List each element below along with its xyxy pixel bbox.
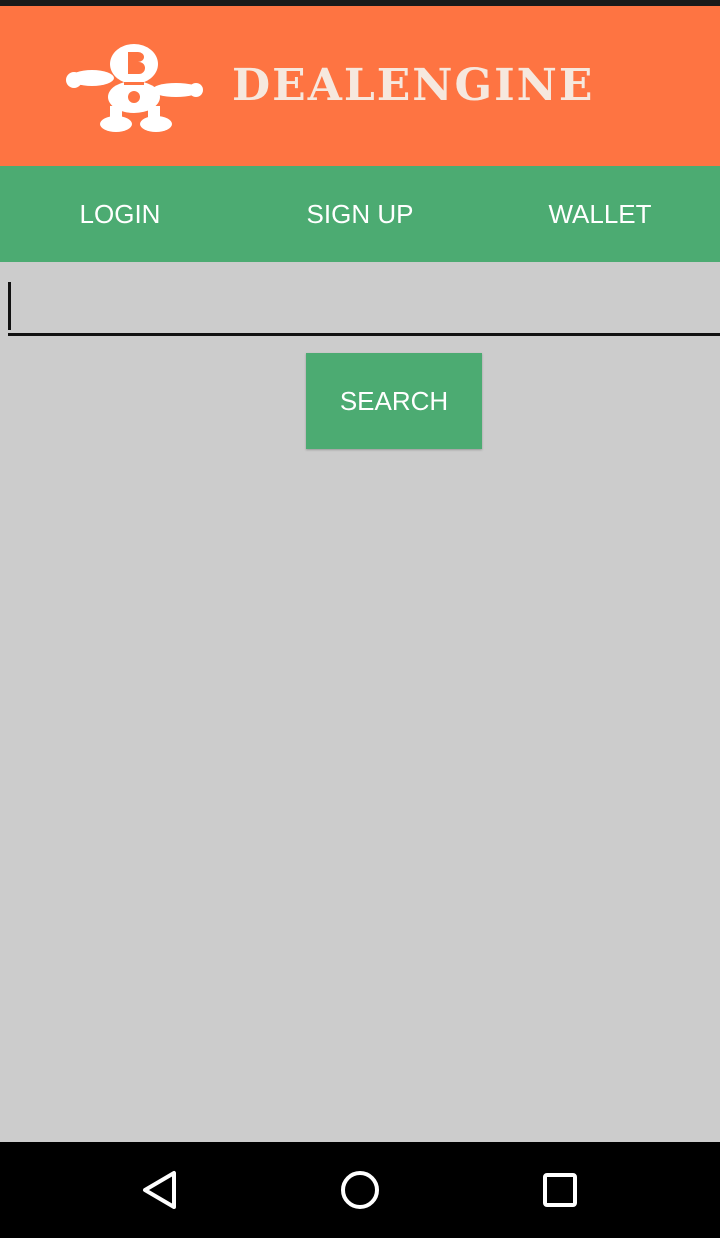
logo-wordmark: DEALENGINE <box>232 60 595 111</box>
nav-wallet-button[interactable]: WALLET <box>480 166 720 262</box>
top-nav: LOGIN SIGN UP WALLET <box>0 166 720 262</box>
system-navigation-bar <box>0 1142 720 1238</box>
recents-square-icon <box>543 1173 577 1207</box>
app-banner: DEALENGINE <box>0 6 720 166</box>
home-circle-icon <box>341 1171 379 1209</box>
back-button[interactable] <box>136 1166 184 1214</box>
recents-button[interactable] <box>536 1166 584 1214</box>
dealengine-mascot-icon <box>66 44 203 132</box>
nav-login-button[interactable]: LOGIN <box>0 166 240 262</box>
text-cursor <box>8 282 11 330</box>
home-button[interactable] <box>336 1166 384 1214</box>
search-field <box>8 280 720 336</box>
back-triangle-icon <box>143 1171 176 1209</box>
app-logo: DEALENGINE <box>60 42 690 138</box>
nav-signup-button[interactable]: SIGN UP <box>240 166 480 262</box>
search-input[interactable] <box>8 280 720 333</box>
search-button[interactable]: SEARCH <box>306 353 482 449</box>
